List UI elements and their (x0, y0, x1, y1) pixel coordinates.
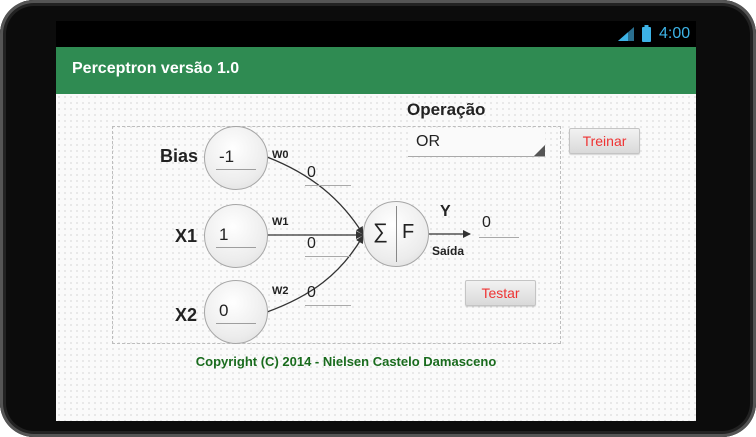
w2-label: W2 (272, 285, 289, 297)
x1-neuron: 1 (204, 204, 268, 268)
bias-label: Bias (160, 146, 199, 166)
w2-value: 0 (307, 284, 316, 301)
status-time: 4:00 (659, 25, 691, 42)
x1-input[interactable]: 1 (216, 223, 256, 248)
w1-input[interactable]: 0 (305, 234, 351, 257)
w1-label: W1 (272, 216, 289, 228)
output-value: 0 (482, 214, 491, 231)
main-content: Operação OR Treinar Bias -1 W0 0 X1 1 W1… (56, 94, 696, 421)
battery-icon (642, 25, 651, 42)
x1-label: X1 (175, 226, 198, 246)
copyright-text: Copyright (C) 2014 - Nielsen Castelo Dam… (195, 354, 497, 369)
dropdown-arrow-icon (534, 145, 545, 156)
screen: 4:00 Perceptron versão 1.0 Operação OR T… (56, 21, 696, 421)
w0-label: W0 (272, 149, 289, 161)
w0-value: 0 (307, 164, 316, 181)
output-sublabel: Saída (432, 244, 465, 258)
summation-node: ∑ F (363, 201, 429, 267)
app-title: Perceptron versão 1.0 (72, 60, 240, 77)
w0-input[interactable]: 0 (305, 163, 351, 186)
output-label: Y (440, 203, 451, 220)
signal-icon (618, 27, 634, 41)
bias-input[interactable]: -1 (216, 145, 256, 170)
train-button[interactable]: Treinar (569, 128, 640, 154)
output-field[interactable]: 0 (479, 213, 519, 238)
bias-neuron: -1 (204, 126, 268, 190)
operation-selected: OR (416, 133, 440, 150)
bias-value: -1 (219, 147, 235, 166)
operation-label: Operação (407, 100, 486, 119)
x2-label: X2 (175, 305, 198, 325)
w2-input[interactable]: 0 (305, 283, 351, 306)
w1-value: 0 (307, 235, 316, 252)
node-divider (396, 206, 397, 262)
x2-input[interactable]: 0 (216, 299, 256, 324)
x1-value: 1 (219, 225, 229, 244)
app-bar: Perceptron versão 1.0 (56, 47, 696, 94)
activation-function-label: F (402, 221, 415, 243)
x2-value: 0 (219, 301, 229, 320)
sigma-icon: ∑ (373, 220, 388, 243)
x2-neuron: 0 (204, 280, 268, 344)
device-frame: 4:00 Perceptron versão 1.0 Operação OR T… (0, 0, 756, 437)
status-bar: 4:00 (56, 21, 696, 47)
operation-dropdown[interactable]: OR (408, 128, 545, 157)
test-button[interactable]: Testar (465, 280, 536, 306)
